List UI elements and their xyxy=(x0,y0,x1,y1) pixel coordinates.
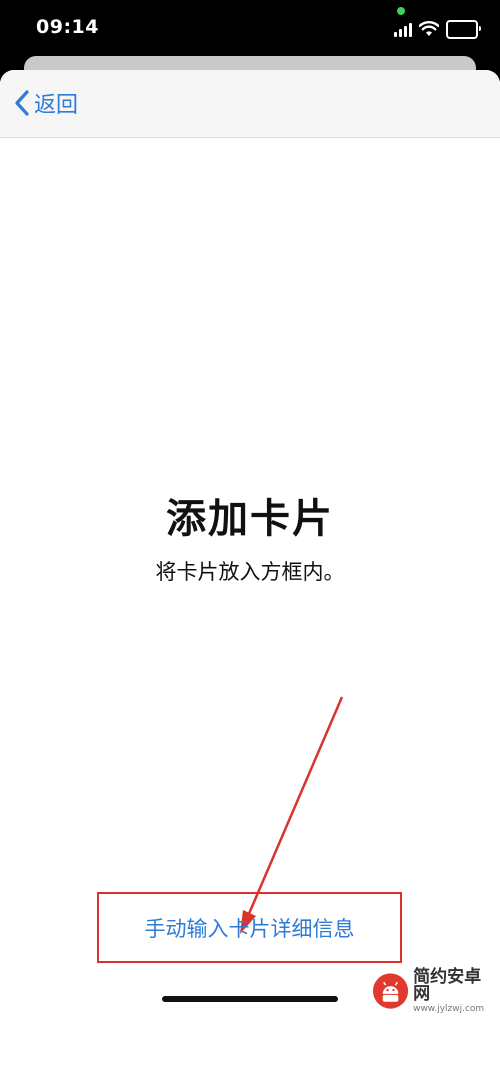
android-logo-icon xyxy=(372,973,409,1009)
watermark-url: www.jylzwj.com xyxy=(413,1003,485,1014)
manual-entry-label: 手动输入卡片详细信息 xyxy=(144,916,355,941)
home-indicator[interactable] xyxy=(162,996,338,1002)
watermark: 简约安卓网 www.jylzwj.com xyxy=(372,966,496,1014)
manual-entry-button[interactable]: 手动输入卡片详细信息 xyxy=(97,892,402,963)
watermark-name: 简约安卓网 xyxy=(413,966,482,1004)
